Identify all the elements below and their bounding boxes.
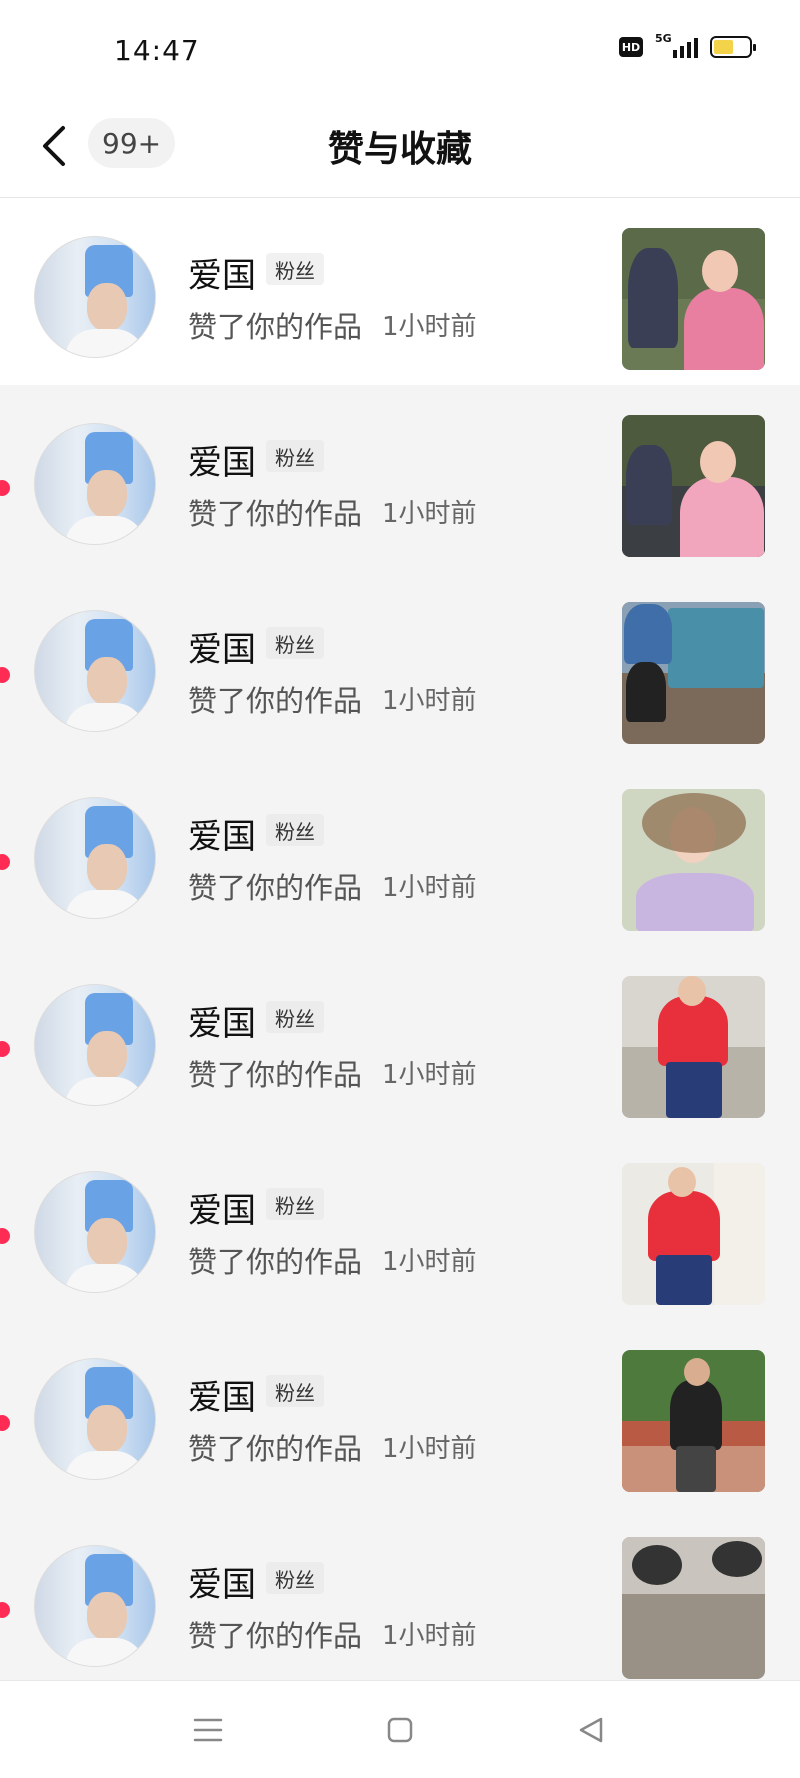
unread-dot (0, 480, 10, 496)
page-title: 赞与收藏 (327, 129, 472, 170)
time-text: 1小时前 (382, 686, 477, 716)
fan-badge: 粉丝 (266, 1188, 324, 1220)
status-time: 14:47 (114, 34, 200, 67)
action-text: 赞了你的作品 (188, 1619, 363, 1653)
user-name[interactable]: 爱国 (188, 809, 256, 858)
time-text: 1小时前 (382, 1247, 477, 1277)
battery-fill (714, 40, 733, 54)
action-text: 赞了你的作品 (188, 1245, 363, 1279)
fan-badge: 粉丝 (266, 1375, 324, 1407)
user-name[interactable]: 爱国 (188, 435, 256, 484)
user-name[interactable]: 爱国 (188, 996, 256, 1045)
time-text: 1小时前 (382, 312, 477, 342)
battery-icon (710, 36, 756, 58)
work-thumbnail[interactable] (622, 228, 765, 370)
home-square-icon[interactable] (377, 1707, 423, 1753)
fan-badge: 粉丝 (266, 440, 324, 472)
avatar[interactable] (34, 1358, 156, 1480)
user-name[interactable]: 爱国 (188, 248, 256, 297)
user-name[interactable]: 爱国 (188, 1183, 256, 1232)
action-text: 赞了你的作品 (188, 1432, 363, 1466)
notification-row[interactable]: 爱国 粉丝 赞了你的作品 1小时前 (0, 1320, 800, 1507)
time-text: 1小时前 (382, 499, 477, 529)
action-text: 赞了你的作品 (188, 684, 363, 718)
notification-row[interactable]: 爱国 粉丝 赞了你的作品 1小时前 (0, 1133, 800, 1320)
unread-dot (0, 1041, 10, 1057)
work-thumbnail[interactable] (622, 976, 765, 1118)
action-text: 赞了你的作品 (188, 1058, 363, 1092)
fan-badge: 粉丝 (266, 253, 324, 285)
user-name[interactable]: 爱国 (188, 1557, 256, 1606)
work-thumbnail[interactable] (622, 1350, 765, 1492)
fan-badge: 粉丝 (266, 814, 324, 846)
user-name[interactable]: 爱国 (188, 1370, 256, 1419)
network-label: 5G (655, 32, 672, 45)
avatar[interactable] (34, 797, 156, 919)
fan-badge: 粉丝 (266, 1001, 324, 1033)
fan-badge: 粉丝 (266, 627, 324, 659)
back-triangle-icon[interactable] (568, 1707, 614, 1753)
system-nav-bar (0, 1680, 800, 1778)
menu-icon[interactable] (185, 1707, 231, 1753)
notification-row[interactable]: 爱国 粉丝 赞了你的作品 1小时前 (0, 198, 800, 385)
notification-row[interactable]: 爱国 粉丝 赞了你的作品 1小时前 (0, 572, 800, 759)
notification-list: 爱国 粉丝 赞了你的作品 1小时前 爱国 粉丝 赞了你的作品 1小时前 爱国 粉… (0, 198, 800, 1694)
notification-row[interactable]: 爱国 粉丝 赞了你的作品 1小时前 (0, 759, 800, 946)
avatar[interactable] (34, 236, 156, 358)
time-text: 1小时前 (382, 873, 477, 903)
avatar[interactable] (34, 984, 156, 1106)
notification-row[interactable]: 爱国 粉丝 赞了你的作品 1小时前 (0, 1507, 800, 1694)
unread-dot (0, 1602, 10, 1618)
unread-dot (0, 854, 10, 870)
action-text: 赞了你的作品 (188, 310, 363, 344)
avatar[interactable] (34, 610, 156, 732)
action-text: 赞了你的作品 (188, 871, 363, 905)
time-text: 1小时前 (382, 1434, 477, 1464)
work-thumbnail[interactable] (622, 602, 765, 744)
time-text: 1小时前 (382, 1621, 477, 1651)
avatar[interactable] (34, 1171, 156, 1293)
fan-badge: 粉丝 (266, 1562, 324, 1594)
user-name[interactable]: 爱国 (188, 622, 256, 671)
time-text: 1小时前 (382, 1060, 477, 1090)
unread-dot (0, 1228, 10, 1244)
notification-row[interactable]: 爱国 粉丝 赞了你的作品 1小时前 (0, 385, 800, 572)
header: 99+ 赞与收藏 (0, 96, 800, 198)
work-thumbnail[interactable] (622, 1163, 765, 1305)
work-thumbnail[interactable] (622, 415, 765, 557)
unread-dot (0, 1415, 10, 1431)
signal-icon: 5G (655, 32, 698, 58)
avatar[interactable] (34, 1545, 156, 1667)
hd-icon: HD (619, 37, 643, 57)
notification-row[interactable]: 爱国 粉丝 赞了你的作品 1小时前 (0, 946, 800, 1133)
status-bar: 14:47 HD 5G (0, 0, 800, 96)
work-thumbnail[interactable] (622, 1537, 765, 1679)
action-text: 赞了你的作品 (188, 497, 363, 531)
avatar[interactable] (34, 423, 156, 545)
unread-dot (0, 667, 10, 683)
work-thumbnail[interactable] (622, 789, 765, 931)
status-icons: HD 5G (619, 32, 756, 58)
